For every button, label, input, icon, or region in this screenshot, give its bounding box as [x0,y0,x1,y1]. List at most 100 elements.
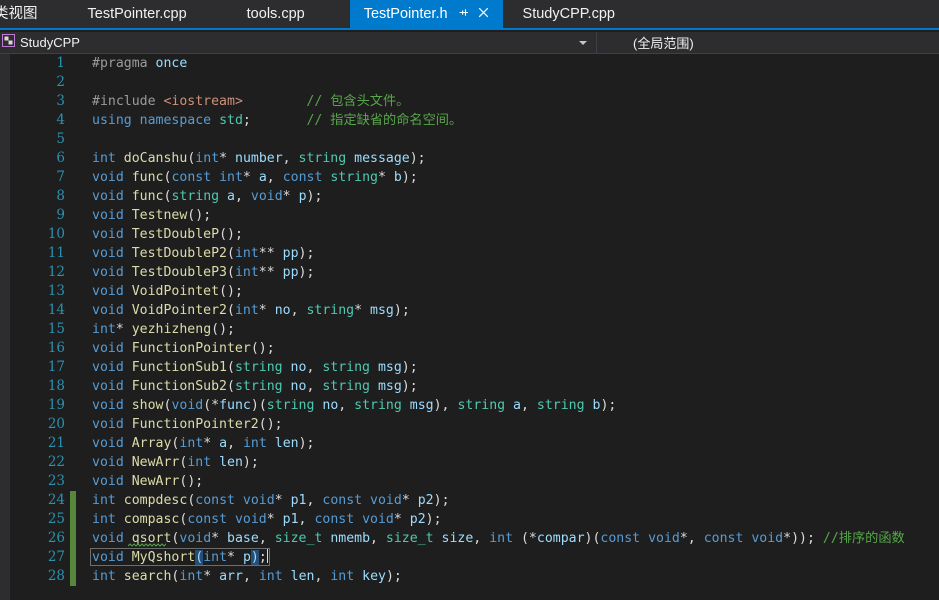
code-text[interactable]: void NewArr(int len); [76,453,939,472]
code-line[interactable]: 7 void func(const int* a, const string* b… [10,168,939,187]
code-text[interactable]: #pragma once [76,54,939,73]
code-line[interactable]: 12 void TestDoubleP3(int** pp); [10,263,939,282]
scope-label: (全局范围) [633,36,694,51]
close-icon[interactable] [478,6,489,22]
line-number: 4 [56,112,65,128]
document-tab-strip: 类视图 TestPointer.cpp tools.cpp TestPointe… [0,0,939,30]
line-number: 24 [47,492,65,508]
code-line[interactable]: 4 using namespace std; // 指定缺省的命名空间。 [10,111,939,130]
code-line[interactable]: 20 void FunctionPointer2(); [10,415,939,434]
code-text[interactable]: void show(void(*func)(string no, string … [76,396,939,415]
scope-selector-combobox[interactable]: (全局范围) [597,32,939,54]
line-number: 12 [47,264,65,280]
line-number: 15 [47,321,65,337]
code-line[interactable]: 22 void NewArr(int len); [10,453,939,472]
line-number: 13 [47,283,65,299]
code-text[interactable]: void FunctionSub1(string no, string msg)… [76,358,939,377]
code-text[interactable]: void FunctionPointer(); [76,339,939,358]
bracket-match-close: ) [250,550,259,565]
line-number: 20 [47,416,65,432]
code-text[interactable]: int compasc(const void* p1, const void* … [76,510,939,529]
code-line[interactable]: 16 void FunctionPointer(); [10,339,939,358]
code-text[interactable]: void Array(int* a, int len); [76,434,939,453]
code-text[interactable]: int doCanshu(int* number, string message… [76,149,939,168]
tab-label: tools.cpp [246,6,305,22]
code-text[interactable]: void TestDoubleP2(int** pp); [76,244,939,263]
code-surface[interactable]: 1 #pragma once 2 3 #include <iostream> // 包含… [10,54,939,600]
line-number: 3 [56,93,65,109]
tab-label: TestPointer.h [363,6,448,22]
line-number: 14 [47,302,65,318]
code-text[interactable]: void qsort(void* base, size_t nmemb, siz… [76,529,939,548]
line-number: 17 [47,359,65,375]
code-line[interactable]: 28 int search(int* arr, int len, int key)… [10,567,939,586]
code-line[interactable]: 11 void TestDoubleP2(int** pp); [10,244,939,263]
line-number: 9 [56,207,65,223]
code-line[interactable]: 17 void FunctionSub1(string no, string ms… [10,358,939,377]
code-line[interactable]: 5 [10,130,939,149]
code-line[interactable]: 8 void func(string a, void* p); [10,187,939,206]
code-editor[interactable]: 1 #pragma once 2 3 #include <iostream> // 包含… [0,54,939,600]
code-text[interactable] [76,130,939,149]
code-line[interactable]: 13 void VoidPointet(); [10,282,939,301]
tab-label: TestPointer.cpp [87,6,187,22]
code-text[interactable]: void func(string a, void* p); [76,187,939,206]
tab-class-view[interactable]: 类视图 [0,0,52,28]
code-text[interactable]: int compdesc(const void* p1, const void*… [76,491,939,510]
code-text[interactable]: using namespace std; // 指定缺省的命名空间。 [76,111,939,130]
code-line[interactable]: 15 int* yezhizheng(); [10,320,939,339]
line-number: 1 [56,55,65,71]
tab-studycpp-cpp[interactable]: StudyCPP.cpp [509,0,629,28]
code-line[interactable]: 10 void TestDoubleP(); [10,225,939,244]
code-line[interactable]: 1 #pragma once [10,54,939,73]
line-number: 21 [47,435,65,451]
code-text[interactable]: void VoidPointer2(int* no, string* msg); [76,301,939,320]
code-text[interactable]: void TestDoubleP(); [76,225,939,244]
tab-label: 类视图 [0,6,38,22]
line-number: 6 [56,150,65,166]
line-number: 28 [47,568,65,584]
code-line[interactable]: 25 int compasc(const void* p1, const void… [10,510,939,529]
code-line[interactable]: 2 [10,73,939,92]
line-number: 5 [56,131,65,147]
code-text[interactable]: void TestDoubleP3(int** pp); [76,263,939,282]
tab-testpointer-h[interactable]: TestPointer.h [349,0,503,28]
code-line[interactable]: 27 void MyQshort(int* p); [10,548,939,567]
code-line[interactable]: 26 void qsort(void* base, size_t nmemb, s… [10,529,939,548]
project-name-label: StudyCPP [20,35,80,50]
pin-icon[interactable] [458,6,469,22]
code-line[interactable]: 19 void show(void(*func)(string no, strin… [10,396,939,415]
code-text[interactable]: void MyQshort(int* p); [76,548,939,567]
tab-tools-cpp[interactable]: tools.cpp [233,0,319,28]
line-number: 8 [56,188,65,204]
project-selector-combobox[interactable]: StudyCPP [0,31,597,54]
bracket-match-open: ( [195,550,204,565]
code-line[interactable]: 6 int doCanshu(int* number, string messag… [10,149,939,168]
line-number: 10 [47,226,65,242]
code-line[interactable]: 24 int compdesc(const void* p1, const voi… [10,491,939,510]
code-line[interactable]: 14 void VoidPointer2(int* no, string* msg… [10,301,939,320]
code-text[interactable]: void VoidPointet(); [76,282,939,301]
code-text[interactable]: #include <iostream> // 包含头文件。 [76,92,939,111]
navigation-bar: StudyCPP (全局范围) [0,31,939,54]
tab-testpointer-cpp[interactable]: TestPointer.cpp [74,0,201,28]
code-text[interactable]: void func(const int* a, const string* b)… [76,168,939,187]
code-text[interactable]: void NewArr(); [76,472,939,491]
code-line[interactable]: 3 #include <iostream> // 包含头文件。 [10,92,939,111]
tab-label: StudyCPP.cpp [522,6,615,22]
code-text[interactable]: void Testnew(); [76,206,939,225]
code-text[interactable]: void FunctionSub2(string no, string msg)… [76,377,939,396]
code-line[interactable]: 21 void Array(int* a, int len); [10,434,939,453]
line-number: 16 [47,340,65,356]
code-text[interactable] [76,73,939,92]
line-number: 2 [56,74,65,90]
code-text[interactable]: int search(int* arr, int len, int key); [76,567,939,586]
code-text[interactable]: void FunctionPointer2(); [76,415,939,434]
code-line[interactable]: 23 void NewArr(); [10,472,939,491]
code-line[interactable]: 18 void FunctionSub2(string no, string ms… [10,377,939,396]
code-text[interactable]: int* yezhizheng(); [76,320,939,339]
line-number: 22 [47,454,65,470]
chevron-down-icon[interactable] [579,40,587,45]
project-icon [2,33,15,52]
code-line[interactable]: 9 void Testnew(); [10,206,939,225]
